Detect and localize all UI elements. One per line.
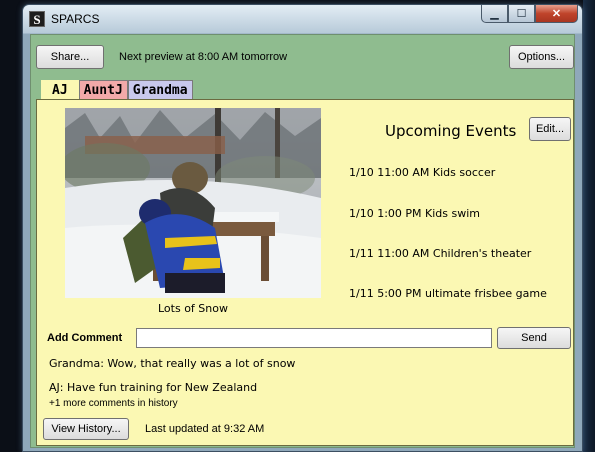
event-item: 1/11 11:00 AM Children's theater (349, 247, 532, 260)
person-tabs: AJ AuntJ Grandma (41, 80, 193, 100)
app-icon: S (29, 11, 45, 27)
send-button[interactable]: Send (497, 327, 571, 349)
close-button[interactable]: ✕ (535, 5, 578, 23)
next-preview-text: Next preview at 8:00 AM tomorrow (119, 51, 288, 63)
caption-buttons: ▁ ☐ ✕ (481, 5, 578, 23)
window-title: SPARCS (51, 12, 100, 26)
view-history-button[interactable]: View History... (43, 418, 129, 440)
snow-photo-image (65, 108, 321, 298)
share-button[interactable]: Share... (36, 45, 104, 69)
add-comment-label: Add Comment (47, 332, 123, 344)
tab-grandma[interactable]: Grandma (127, 80, 193, 100)
minimize-icon: ▁ (490, 8, 499, 20)
event-item: 1/11 5:00 PM ultimate frisbee game (349, 287, 547, 300)
photo-caption: Lots of Snow (158, 302, 228, 315)
maximize-icon: ☐ (516, 8, 527, 20)
options-button[interactable]: Options... (509, 45, 574, 69)
title-bar[interactable]: S SPARCS ▁ ☐ ✕ (23, 5, 582, 33)
more-comments-text: +1 more comments in history (49, 398, 178, 409)
comment-item: Grandma: Wow, that really was a lot of s… (49, 357, 296, 370)
upcoming-events-title: Upcoming Events (385, 122, 517, 140)
minimize-button[interactable]: ▁ (481, 5, 508, 23)
comment-input[interactable] (136, 328, 492, 348)
close-icon: ✕ (551, 8, 562, 20)
edit-events-button[interactable]: Edit... (529, 117, 571, 141)
last-updated-text: Last updated at 9:32 AM (145, 423, 265, 435)
shared-photo[interactable] (65, 108, 321, 298)
event-item: 1/10 11:00 AM Kids soccer (349, 166, 496, 179)
tab-panel: Lots of Snow Upcoming Events Edit... 1/1… (36, 99, 574, 446)
desktop-background (583, 0, 595, 452)
tab-aj[interactable]: AJ (41, 80, 79, 100)
maximize-button[interactable]: ☐ (508, 5, 535, 23)
sparcs-window: S SPARCS ▁ ☐ ✕ Share... Next preview at … (22, 4, 583, 452)
event-item: 1/10 1:00 PM Kids swim (349, 207, 480, 220)
tab-auntj[interactable]: AuntJ (78, 80, 128, 100)
client-area: Share... Next preview at 8:00 AM tomorro… (30, 34, 575, 448)
comment-item: AJ: Have fun training for New Zealand (49, 381, 258, 394)
